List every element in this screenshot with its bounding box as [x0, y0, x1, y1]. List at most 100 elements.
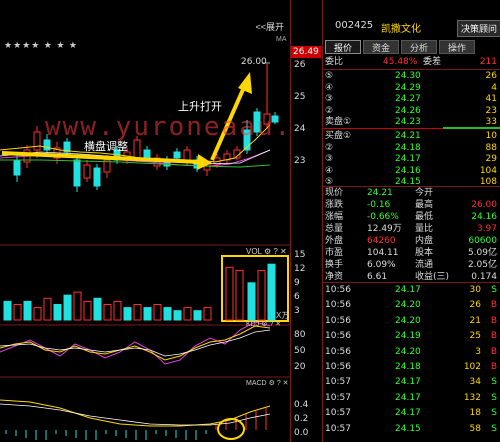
volume-bar: [153, 304, 162, 321]
tick-row: 10:57 24.15 58 S: [323, 423, 500, 435]
tick-time: 10:56: [325, 331, 351, 342]
volume-bar: [13, 304, 22, 321]
quote-value: -0.16: [367, 200, 391, 210]
order-volume: 88: [485, 142, 497, 153]
tick-price: 24.20: [395, 315, 421, 326]
tab-operation[interactable]: 操作: [439, 40, 475, 54]
tick-price: 24.17: [395, 285, 421, 295]
sell-order-row[interactable]: ③ 24.27 41: [323, 93, 500, 105]
quote-row: 外盘 64260 内盘 60600: [323, 235, 500, 247]
buy-order-row[interactable]: 买盘① 24.21 10: [323, 130, 500, 142]
chart-area[interactable]: <<展开 ★★★★ ★ ★ ★ MA www.yuroneaau.com 上升打…: [0, 0, 343, 442]
tab-quote[interactable]: 报价: [325, 40, 361, 54]
bid-ask-bar: [443, 127, 500, 129]
buy-order-row[interactable]: ③ 24.17 29: [323, 153, 500, 165]
vol-label: VOL: [246, 247, 262, 256]
y-tick: 25: [294, 92, 306, 102]
tick-time: 10:56: [325, 346, 351, 357]
quote-value: 12.49万: [367, 224, 402, 234]
tick-time: 10:57: [325, 377, 351, 388]
tab-funds[interactable]: 资金: [363, 40, 399, 54]
help-icon[interactable]: ?: [273, 247, 277, 256]
tick-row: 10:56 24.20 26 B: [323, 299, 500, 311]
candle: [13, 159, 21, 176]
volume-bar: [103, 304, 112, 321]
tick-volume: 25: [469, 331, 481, 342]
annotation-rising: 上升打开: [178, 101, 222, 113]
tick-side: S: [491, 285, 497, 295]
tick-volume: 18: [469, 408, 481, 419]
help-icon[interactable]: ?: [269, 321, 273, 328]
buy-order-row[interactable]: ④ 24.16 104: [323, 165, 500, 177]
candle: [133, 139, 141, 159]
close-icon[interactable]: ✕: [280, 247, 287, 256]
volume-bar: [133, 304, 142, 321]
quote-label: 换手: [325, 260, 344, 270]
gear-icon[interactable]: ⚙: [269, 380, 275, 387]
candle: [143, 149, 151, 159]
quote-value: 24.21: [367, 188, 393, 198]
tick-volume: 34: [469, 377, 481, 388]
order-level-label: ③: [325, 94, 334, 104]
quote-panel: 002425 凯撒文化 决策顾问 报价 资金 分析 操作 委比 45.48% 委…: [322, 0, 500, 442]
gear-icon[interactable]: ⚙: [261, 321, 267, 328]
order-price: 24.18: [395, 142, 421, 153]
quote-value: -0.66%: [367, 212, 399, 222]
tick-volume: 58: [469, 423, 481, 434]
vol-y-tick: 3: [294, 306, 300, 316]
candle: [173, 151, 181, 159]
volume-bar: [3, 300, 12, 321]
tick-time: 10:56: [325, 362, 351, 372]
quote-value: 64260: [367, 236, 396, 246]
quote-label: 今开: [415, 188, 434, 198]
close-icon[interactable]: ✕: [283, 380, 289, 387]
buy-order-row[interactable]: ② 24.18 88: [323, 142, 500, 154]
quote-label: 外盘: [325, 236, 344, 246]
order-price: 24.30: [395, 71, 421, 81]
volume-bar: [43, 297, 52, 321]
tick-time: 10:57: [325, 392, 351, 403]
decision-advisor-button[interactable]: 决策顾问: [457, 20, 500, 37]
volume-bar: [113, 300, 122, 321]
y-tick: 24: [294, 124, 306, 134]
kdj-y-tick: 50: [294, 346, 306, 356]
order-volume: 4: [491, 82, 497, 93]
tick-volume: 102: [463, 362, 481, 372]
volume-bar: [63, 294, 72, 321]
order-price: 24.26: [395, 105, 421, 116]
gear-icon[interactable]: ⚙: [264, 247, 271, 256]
order-volume: 29: [485, 154, 497, 164]
y-tick: 23: [294, 156, 306, 166]
sell-order-row[interactable]: ② 24.26 23: [323, 105, 500, 117]
order-level-label: 买盘①: [325, 131, 352, 141]
sell-order-row[interactable]: ④ 24.29 4: [323, 82, 500, 94]
tick-volume: 30: [469, 285, 481, 295]
quote-value: 26.00: [471, 200, 497, 210]
tick-price: 24.15: [395, 423, 421, 434]
tick-price: 24.17: [395, 408, 421, 419]
tick-row: 10:56 24.20 3 B: [323, 346, 500, 358]
tick-price: 24.17: [395, 377, 421, 388]
order-level-label: ④: [325, 82, 334, 93]
help-icon[interactable]: ?: [277, 380, 281, 387]
order-price: 24.27: [395, 94, 421, 104]
volume-bar: [203, 307, 212, 321]
sell-order-row[interactable]: ⑤ 24.30 26: [323, 70, 500, 82]
macd-y-tick: 0.4: [294, 400, 309, 410]
tick-time: 10:56: [325, 315, 351, 326]
current-price-badge: 26.49: [291, 46, 321, 58]
close-icon[interactable]: ✕: [275, 321, 281, 328]
quote-label: 最低: [415, 212, 434, 222]
quote-value: 60600: [468, 236, 497, 246]
volume-bar: [247, 282, 256, 321]
order-price: 24.23: [395, 117, 421, 127]
quote-value: 2.05亿: [467, 260, 497, 270]
candle: [93, 167, 101, 187]
quote-row: 涨幅 -0.66% 最低 24.16: [323, 211, 500, 223]
candle: [73, 159, 81, 187]
volume-bar: [123, 307, 132, 321]
volume-bar: [183, 307, 192, 321]
tab-analysis[interactable]: 分析: [401, 40, 437, 54]
quote-label: 股本: [415, 248, 434, 258]
vol-y-tick: 15: [294, 250, 306, 260]
